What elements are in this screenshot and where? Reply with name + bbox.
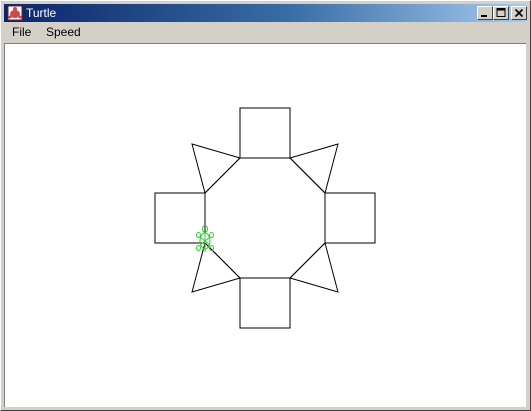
menu-bar: File Speed [4, 23, 527, 42]
turtle-drawing [154, 107, 376, 329]
maximize-icon [496, 8, 506, 17]
turtle-window: Turtle File Speed [0, 0, 531, 411]
square-bottom [239, 277, 291, 329]
minimize-button[interactable] [477, 6, 493, 20]
drawn-pattern [154, 107, 376, 329]
square-right [324, 192, 376, 244]
triangle-top-right [289, 143, 339, 194]
menu-file[interactable]: File [12, 25, 31, 40]
window-title: Turtle [26, 6, 57, 20]
square-top [239, 107, 291, 159]
drawing-canvas[interactable] [4, 43, 526, 407]
square-left [154, 192, 206, 244]
triangle-top-left [191, 143, 241, 194]
turtle-app-icon[interactable] [7, 5, 23, 21]
minimize-icon [481, 15, 487, 17]
menu-speed[interactable]: Speed [46, 25, 81, 40]
maximize-button[interactable] [493, 6, 509, 20]
title-bar[interactable]: Turtle [4, 4, 527, 22]
close-button[interactable] [511, 6, 527, 20]
octagon-path [204, 157, 326, 279]
triangle-bottom-right [289, 242, 339, 293]
close-icon [514, 8, 524, 18]
